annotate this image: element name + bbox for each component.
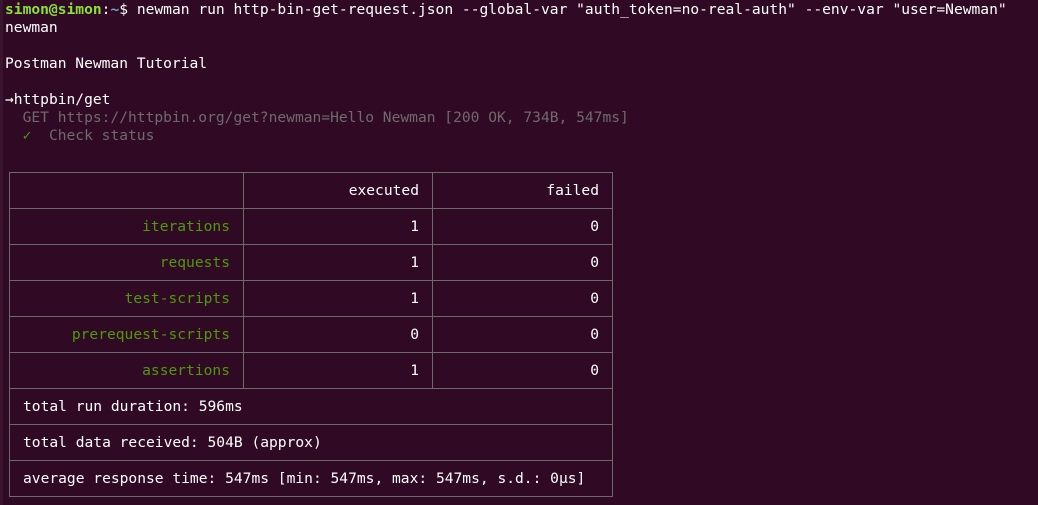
tool-name-line: newman [5,19,58,36]
arrow-right-icon: → [5,91,14,108]
run-summary-table: executed failed iterations 1 0 requests … [9,172,613,497]
table-header-row: executed failed [9,172,613,209]
table-row: assertions 1 0 [9,352,613,389]
header-cell-executed: executed [243,172,433,209]
table-row: prerequest-scripts 0 0 [9,316,613,353]
failed-value: 0 [432,316,613,353]
request-header: →httpbin/get [5,91,1038,109]
request-name: httpbin/get [13,91,111,108]
executed-value: 0 [243,316,433,353]
assertion-line: ✓ Check status [5,127,1038,145]
failed-value: 0 [432,280,613,317]
table-row: test-scripts 1 0 [9,280,613,317]
assertion-text: Check status [31,127,155,144]
header-cell-failed: failed [432,172,613,209]
failed-value: 0 [432,352,613,389]
command-line: simon@simon:~$ newman run http-bin-get-r… [5,1,1038,19]
row-label: iterations [9,208,244,245]
row-label: prerequest-scripts [9,316,244,353]
collection-name: Postman Newman Tutorial [5,55,208,72]
failed-value: 0 [432,244,613,281]
row-label: test-scripts [9,280,244,317]
total-data-received-row: total data received: 504B (approx) [9,424,613,461]
executed-value: 1 [243,352,433,389]
prompt-path: ~ [110,1,120,18]
prompt-symbol: $ [119,1,137,18]
prompt-user-host: simon@simon [5,1,102,18]
terminal-output[interactable]: simon@simon:~$ newman run http-bin-get-r… [5,1,1038,145]
window-edge [0,0,3,505]
header-cell-empty [9,172,244,209]
row-label: requests [9,244,244,281]
total-run-duration: total run duration: 596ms [9,388,613,425]
executed-value: 1 [243,280,433,317]
average-response-time-row: average response time: 547ms [min: 547ms… [9,460,613,497]
executed-value: 1 [243,208,433,245]
failed-value: 0 [432,208,613,245]
command-text: newman run http-bin-get-request.json --g… [136,1,1007,18]
total-run-duration-row: total run duration: 596ms [9,388,613,425]
table-row: iterations 1 0 [9,208,613,245]
row-label: assertions [9,352,244,389]
executed-value: 1 [243,244,433,281]
table-row: requests 1 0 [9,244,613,281]
request-details: GET https://httpbin.org/get?newman=Hello… [5,109,629,126]
average-response-time: average response time: 547ms [min: 547ms… [9,460,613,497]
total-data-received: total data received: 504B (approx) [9,424,613,461]
